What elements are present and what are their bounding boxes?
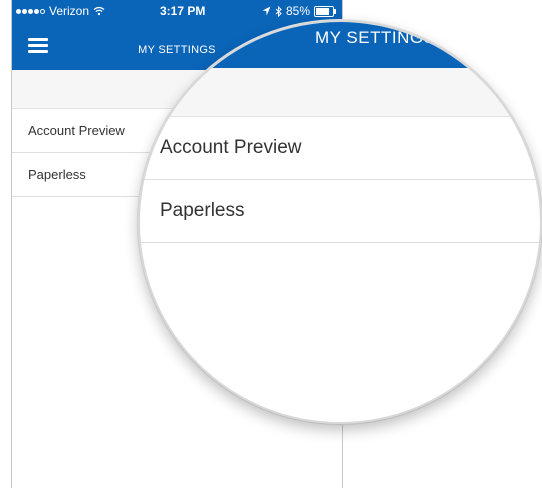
location-arrow-icon: [262, 6, 271, 16]
signal-icon: [16, 8, 45, 14]
magnified-menu: Account Preview Paperless: [140, 117, 540, 243]
carrier-label: Verizon: [49, 4, 90, 18]
magnified-item-paperless[interactable]: Paperless: [140, 180, 540, 243]
bluetooth-icon: [275, 5, 282, 17]
magnified-header: MY SETTINGS: [140, 22, 540, 68]
status-left: Verizon: [16, 4, 105, 18]
magnifier-lens: MY SETTINGS Account Preview Paperless: [138, 20, 542, 424]
status-bar: Verizon 3:17 PM 85%: [12, 0, 342, 22]
magnified-spacer: [140, 68, 540, 117]
battery-percent: 85%: [285, 4, 310, 18]
magnified-item-account-preview[interactable]: Account Preview: [140, 117, 540, 180]
status-time: 3:17 PM: [160, 4, 206, 18]
battery-icon: [314, 5, 336, 17]
status-right: 85%: [262, 4, 336, 18]
wifi-icon: [93, 6, 105, 16]
magnified-title: MY SETTINGS: [315, 28, 436, 47]
